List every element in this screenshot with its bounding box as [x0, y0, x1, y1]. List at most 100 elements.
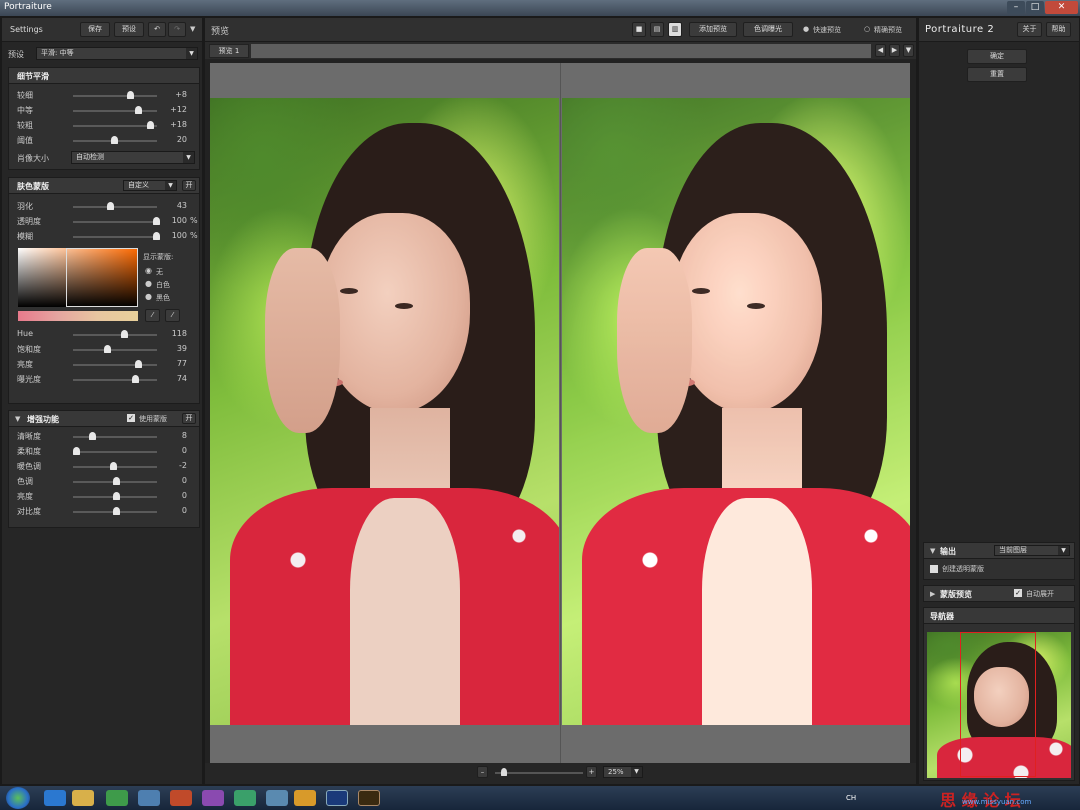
- mask-radio-button[interactable]: ◉: [145, 266, 152, 275]
- minimize-icon[interactable]: –: [1007, 1, 1025, 14]
- menu-arrow-icon[interactable]: ▼: [190, 25, 195, 33]
- pick-color-button[interactable]: 色调曝光: [743, 22, 793, 37]
- fast-preview-radio[interactable]: ●: [803, 25, 809, 33]
- preset-dropdown[interactable]: 平滑: 中等 ▼: [36, 47, 198, 60]
- reset-button[interactable]: 重置: [967, 67, 1027, 82]
- save-button[interactable]: 保存: [80, 22, 110, 37]
- collapse-triangle-icon[interactable]: ▼: [930, 547, 935, 555]
- slider-thumb[interactable]: [146, 121, 154, 129]
- skin-toggle-button[interactable]: 开: [182, 180, 196, 191]
- slider-thumb[interactable]: [73, 447, 80, 455]
- slider-thumb[interactable]: [111, 136, 119, 144]
- slider-track[interactable]: [73, 221, 157, 223]
- explorer-icon[interactable]: [72, 790, 94, 806]
- tab-prev-icon[interactable]: ◀: [875, 44, 886, 57]
- skin-sample-box[interactable]: [66, 248, 138, 307]
- skin-mode-dropdown[interactable]: 自定义 ▼: [123, 180, 177, 191]
- zoom-slider-thumb[interactable]: [501, 768, 507, 776]
- add-preview-button[interactable]: 添加预览: [689, 22, 737, 37]
- navigator-header[interactable]: 导航器: [924, 608, 1074, 624]
- expand-triangle-icon[interactable]: ▶: [930, 590, 935, 598]
- app-icon[interactable]: [138, 790, 160, 806]
- start-button-icon[interactable]: [6, 787, 30, 809]
- zoom-slider[interactable]: [495, 772, 583, 774]
- use-mask-checkbox[interactable]: ✓: [127, 414, 135, 422]
- slider-track[interactable]: [73, 436, 157, 438]
- app-icon[interactable]: [234, 790, 256, 806]
- zoom-out-icon[interactable]: –: [477, 766, 488, 778]
- output-dropdown[interactable]: 当前图层 ▼: [994, 545, 1070, 556]
- app-icon[interactable]: [170, 790, 192, 806]
- detail-smoothing-header[interactable]: 细节平滑: [9, 68, 199, 84]
- detail-smoothing-section: 细节平滑 较细 +8 中等 +12 较粗 +18 阈值 20 肖像大小 自动检测 ▼: [8, 67, 200, 170]
- slider-track[interactable]: [73, 451, 157, 453]
- maximize-icon[interactable]: □: [1026, 1, 1044, 14]
- slider-track[interactable]: [73, 110, 157, 112]
- mask-preview-header[interactable]: ▶ 蒙版预览 ✓ 自动展开: [924, 586, 1074, 602]
- single-view-icon[interactable]: ■: [632, 22, 646, 37]
- tab-menu-icon[interactable]: ▼: [903, 44, 914, 57]
- ie-icon[interactable]: [44, 790, 66, 806]
- app-icon[interactable]: [202, 790, 224, 806]
- close-icon[interactable]: ✕: [1045, 1, 1078, 14]
- zoom-in-icon[interactable]: +: [586, 766, 597, 778]
- slider-track[interactable]: [73, 349, 157, 351]
- slider-thumb[interactable]: [113, 492, 120, 500]
- split-vertical-icon[interactable]: ▥: [668, 22, 682, 37]
- slider-thumb[interactable]: [134, 360, 142, 368]
- skin-hue-bar[interactable]: [18, 311, 138, 321]
- auto-expand-checkbox[interactable]: ✓: [1014, 589, 1022, 597]
- slider-thumb[interactable]: [132, 375, 140, 383]
- app-icon[interactable]: [294, 790, 316, 806]
- about-button[interactable]: 关于: [1017, 22, 1042, 37]
- app-icon[interactable]: [266, 790, 288, 806]
- eyedropper-icon[interactable]: ⁄: [145, 309, 160, 322]
- preset-button[interactable]: 预设: [114, 22, 144, 37]
- slider-track[interactable]: [73, 95, 157, 97]
- create-mask-checkbox[interactable]: [930, 565, 938, 573]
- slider-track[interactable]: [73, 125, 157, 127]
- undo-icon[interactable]: ↶: [148, 22, 166, 37]
- slider-track[interactable]: [73, 206, 157, 208]
- help-button[interactable]: 帮助: [1046, 22, 1071, 37]
- slider-thumb[interactable]: [127, 91, 135, 99]
- skin-mask-header[interactable]: 肤色蒙版 自定义 ▼ 开: [9, 178, 199, 194]
- output-header[interactable]: ▼ 输出 当前图层 ▼: [924, 543, 1074, 559]
- slider-track[interactable]: [73, 379, 157, 381]
- slider-thumb[interactable]: [135, 106, 143, 114]
- language-indicator[interactable]: CH: [846, 794, 856, 802]
- app-icon[interactable]: [106, 790, 128, 806]
- enhancements-header[interactable]: ▼ 增强功能 ✓ 使用蒙版 开: [9, 411, 199, 427]
- tab-next-icon[interactable]: ▶: [889, 44, 900, 57]
- mask-radio-button[interactable]: ●: [145, 279, 152, 288]
- slider-track[interactable]: [73, 236, 157, 238]
- enhance-toggle-button[interactable]: 开: [182, 413, 196, 424]
- slider-thumb[interactable]: [89, 432, 96, 440]
- zoom-dropdown[interactable]: 25% ▼: [603, 766, 643, 778]
- split-horizontal-icon[interactable]: ▤: [650, 22, 664, 37]
- slider-thumb[interactable]: [104, 345, 112, 353]
- navigator-thumbnail[interactable]: [927, 632, 1071, 778]
- ok-button[interactable]: 确定: [967, 49, 1027, 64]
- portrait-size-dropdown[interactable]: 自动检测 ▼: [71, 151, 195, 164]
- preview-canvas[interactable]: [210, 63, 910, 775]
- tab-preview-1[interactable]: 预览 1: [209, 44, 249, 58]
- slider-thumb[interactable]: [107, 202, 115, 210]
- split-divider[interactable]: [560, 63, 561, 775]
- slider-thumb[interactable]: [121, 330, 128, 338]
- collapse-triangle-icon[interactable]: ▼: [15, 415, 20, 423]
- redo-icon[interactable]: ↷: [168, 22, 186, 37]
- slider-thumb[interactable]: [109, 462, 117, 470]
- navigator-viewport-box[interactable]: [960, 632, 1036, 777]
- bridge-icon[interactable]: [358, 790, 380, 806]
- photoshop-icon[interactable]: [326, 790, 348, 806]
- slider-track[interactable]: [73, 334, 157, 336]
- slider-row: 对比度 0: [9, 504, 199, 519]
- eyedropper-minus-icon[interactable]: ⁄: [165, 309, 180, 322]
- slider-track[interactable]: [73, 364, 157, 366]
- output-title: 输出: [940, 547, 956, 556]
- slider-thumb[interactable]: [113, 507, 120, 515]
- slider-thumb[interactable]: [113, 477, 120, 485]
- accurate-preview-radio[interactable]: ○: [864, 25, 870, 33]
- mask-radio-button[interactable]: ●: [145, 292, 152, 301]
